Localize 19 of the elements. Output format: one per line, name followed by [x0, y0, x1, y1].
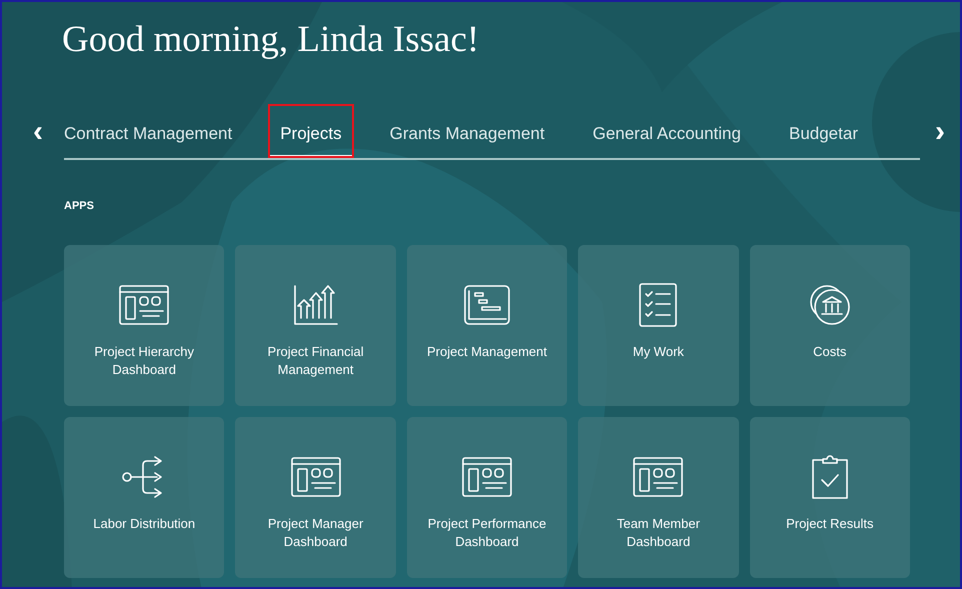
app-tile[interactable]: Project Performance Dashboard: [406, 416, 568, 578]
app-tile[interactable]: Project Financial Management: [235, 244, 396, 406]
category-tab[interactable]: Grants Management: [378, 104, 557, 158]
previous-button[interactable]: ‹: [2, 117, 64, 147]
category-tab[interactable]: Projects: [268, 104, 354, 158]
next-button[interactable]: ›: [920, 117, 960, 147]
app-tile[interactable]: Project Management: [406, 244, 568, 406]
app-tile[interactable]: Project Manager Dashboard: [235, 416, 396, 578]
app-tile[interactable]: Labor Distribution: [64, 416, 224, 578]
section-heading: APPS: [64, 199, 94, 214]
app-tile[interactable]: Project Hierarchy Dashboard: [64, 244, 224, 406]
category-tab[interactable]: General Accounting: [580, 104, 753, 158]
category-tab[interactable]: Contract Management: [64, 104, 244, 158]
app-tile[interactable]: My Work: [578, 244, 739, 406]
app-tile[interactable]: Costs: [750, 244, 910, 406]
app-tile[interactable]: Project Results: [750, 416, 910, 578]
greeting-title: Good morning, Linda Issac!: [62, 18, 480, 62]
app-tile[interactable]: Team Member Dashboard: [578, 416, 739, 578]
category-tab[interactable]: Budgetar: [776, 104, 870, 158]
